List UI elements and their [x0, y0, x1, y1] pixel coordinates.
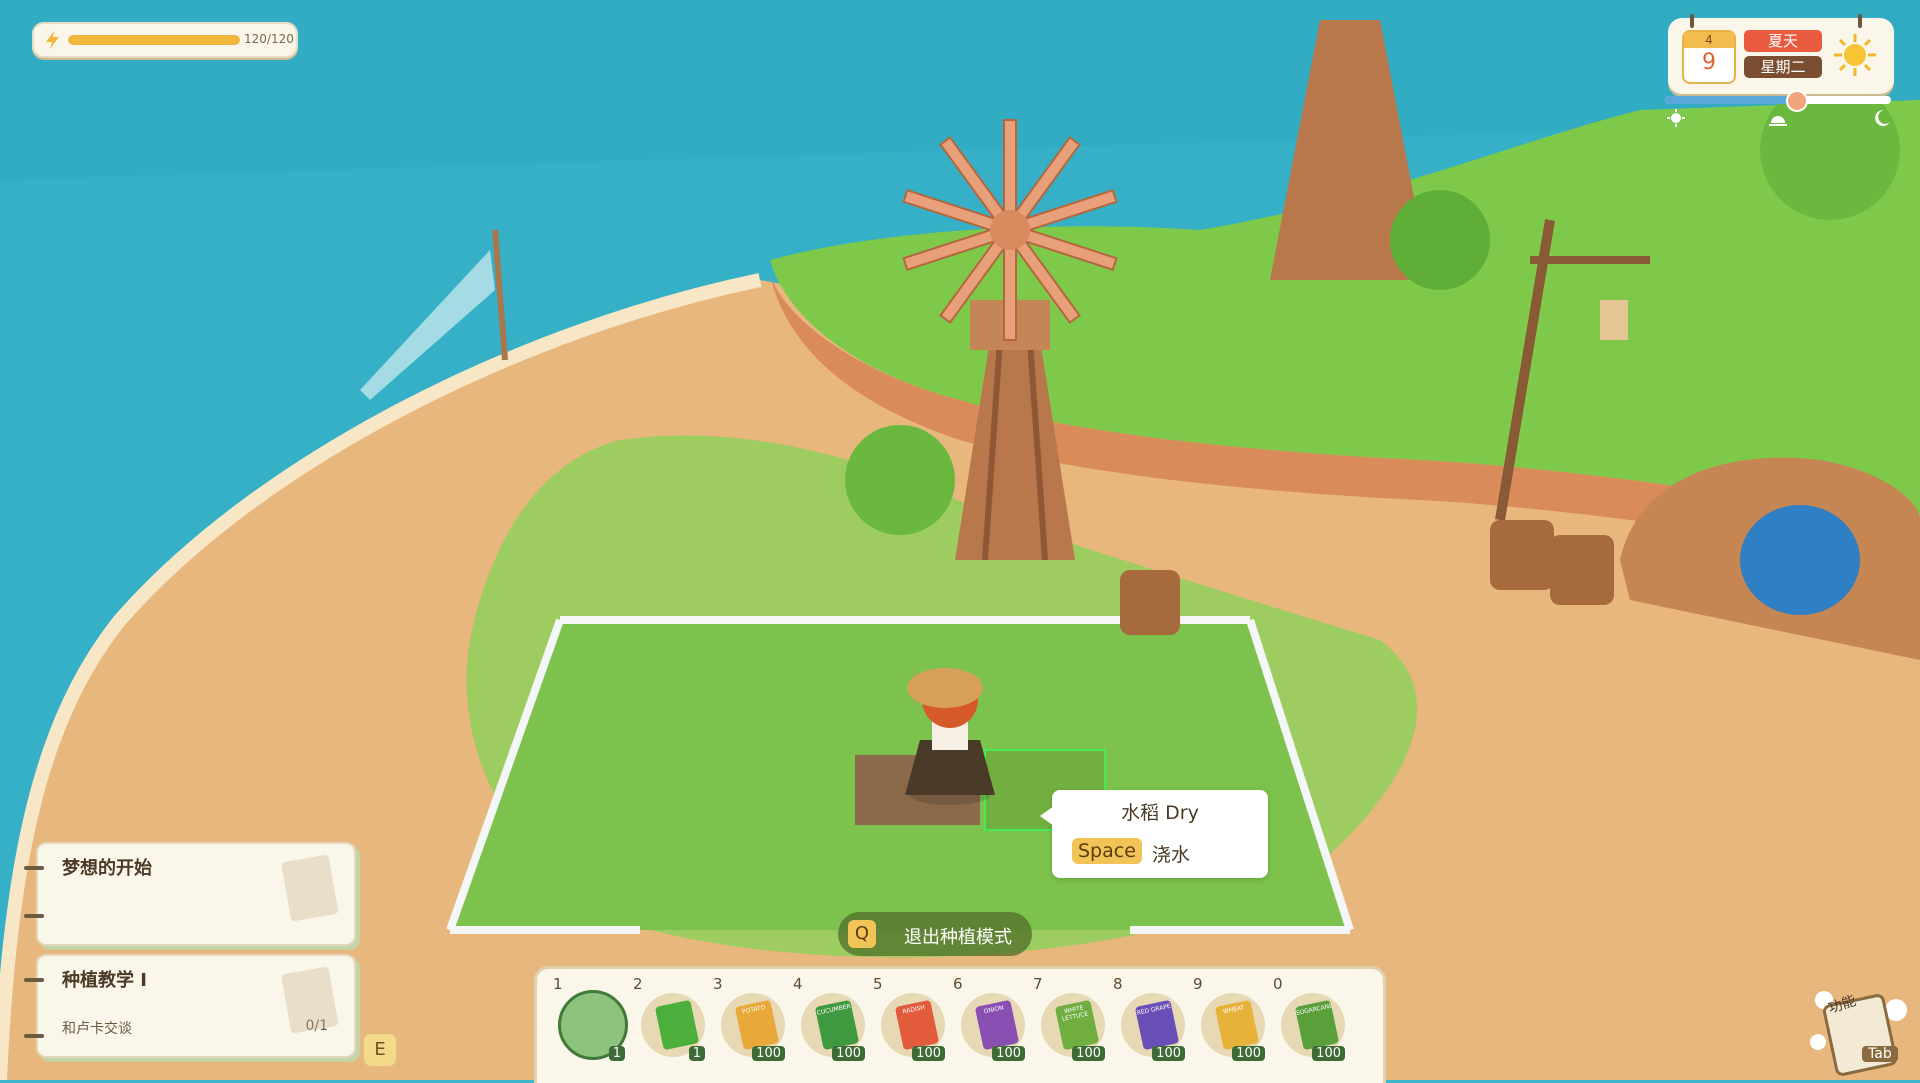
day-number: 9 [1702, 50, 1716, 75]
hotbar-slot-1[interactable]: 11 [553, 975, 629, 1065]
quest-title: 梦想的开始 [62, 858, 152, 879]
sunrise-icon [1667, 109, 1685, 127]
energy-track [68, 35, 240, 45]
water-action-label: 浇水 [1152, 844, 1191, 866]
watering-can-graphic [654, 999, 700, 1051]
binder-ring [1858, 14, 1862, 28]
energy-fill [68, 35, 240, 45]
seed-pack-label: WHEAT [1222, 1004, 1246, 1016]
cucumber-seeds-graphic: CUCUMBER [814, 999, 860, 1051]
quest-marker [24, 866, 44, 870]
exit-planting-button[interactable]: Q 退出种植模式 [838, 912, 1032, 956]
item-quantity: 1 [688, 1046, 705, 1061]
onion-seeds-graphic: ONION [974, 999, 1020, 1051]
hotbar-slot-0[interactable]: SUGARCANE 0 100 [1273, 975, 1349, 1065]
slot-number: 0 [1273, 975, 1283, 993]
quest-marker [24, 978, 44, 982]
wheat-seeds-graphic: WHEAT [1214, 999, 1260, 1051]
item-quantity: 100 [1072, 1046, 1105, 1061]
function-menu-button[interactable]: 功能 Tab [1800, 980, 1912, 1080]
month-number: 4 [1684, 32, 1734, 48]
weekday-label: 星期二 [1744, 56, 1822, 78]
hotbar-slot-4[interactable]: CUCUMBER 4 100 [793, 975, 869, 1065]
hotbar-slot-8[interactable]: RED GRAPE 8 100 [1113, 975, 1189, 1065]
quest-card-tutorial[interactable]: 种植教学 I 和卢卡交谈 0/1 [24, 954, 356, 1058]
white-lettuce-seeds-graphic: WHITE LETTUCE [1054, 999, 1100, 1051]
quest-title: 种植教学 I [62, 970, 147, 991]
time-of-day-bar [1665, 90, 1891, 112]
item-quantity: 1 [608, 1046, 625, 1061]
seed-pack-label: CUCUMBER [816, 1002, 852, 1017]
time-indicator [1786, 90, 1809, 112]
binder-ring [1690, 14, 1694, 28]
season-label: 夏天 [1744, 30, 1822, 52]
tab-key-badge: Tab [1862, 1046, 1898, 1062]
hotbar-slot-2[interactable]: 21 [633, 975, 709, 1065]
moon-icon [1875, 109, 1890, 126]
hotbar-slot-7[interactable]: WHITE LETTUCE 7 100 [1033, 975, 1109, 1065]
item-quantity: 100 [992, 1046, 1025, 1061]
quest-marker [24, 1034, 44, 1038]
slot-number: 7 [1033, 975, 1043, 993]
energy-bar: 120/120 [32, 22, 298, 58]
seed-pack-label: RED GRAPE [1136, 1002, 1172, 1017]
date-box: 4 9 [1682, 30, 1736, 84]
quest-hotkey-badge[interactable]: E [364, 1034, 396, 1066]
quest-card-main[interactable]: 梦想的开始 [24, 842, 356, 946]
item-quantity: 100 [1312, 1046, 1345, 1061]
potato-seeds-graphic: POTATO [734, 999, 780, 1051]
flower-book-icon [1810, 991, 1907, 1076]
q-key-badge: Q [848, 920, 876, 948]
hotbar-slot-3[interactable]: POTATO 3 100 [713, 975, 789, 1065]
quest-scroll-icon [281, 854, 339, 922]
item-quantity: 100 [752, 1046, 785, 1061]
seed-pack-label: POTATO [741, 1003, 767, 1016]
seed-pack-label: WHITE LETTUCE [1061, 1004, 1090, 1023]
slot-number: 6 [953, 975, 963, 993]
slot-number: 1 [553, 975, 563, 993]
sun-icon [1834, 34, 1876, 76]
quest-marker [24, 914, 44, 918]
seed-pack-label: RADISH [901, 1004, 926, 1016]
hotbar-slot-9[interactable]: WHEAT 9 100 [1193, 975, 1269, 1065]
slot-number: 3 [713, 975, 723, 993]
item-quantity: 100 [1152, 1046, 1185, 1061]
noon-icon [1769, 116, 1787, 126]
crop-name: 水稻 Dry [1121, 802, 1199, 824]
item-quantity: 100 [1232, 1046, 1265, 1061]
slot-number: 9 [1193, 975, 1203, 993]
time-fill [1665, 96, 1797, 104]
exit-planting-label: 退出种植模式 [904, 927, 1012, 948]
slot-number: 4 [793, 975, 803, 993]
space-key-badge: Space [1072, 838, 1142, 864]
energy-value: 120/120 [244, 32, 294, 46]
slot-number: 5 [873, 975, 883, 993]
slot-number: 2 [633, 975, 643, 993]
hoe-graphic [574, 999, 620, 1051]
hotbar: 1 1 2 1 POTATO 3 100 CUCUMBER 4 100 RADISH 5 100 ONIO… [534, 966, 1386, 1083]
red-grape-seeds-graphic: RED GRAPE [1134, 999, 1180, 1051]
lightning-icon [46, 31, 59, 49]
hotbar-slot-5[interactable]: RADISH 5 100 [873, 975, 949, 1065]
crop-tooltip: 水稻 Dry Space 浇水 [1040, 790, 1268, 878]
slot-number: 8 [1113, 975, 1123, 993]
sugarcane-seeds-graphic: SUGARCANE [1294, 999, 1340, 1051]
hotbar-slot-6[interactable]: ONION 6 100 [953, 975, 1029, 1065]
quest-objective: 和卢卡交谈 [62, 1021, 132, 1037]
calendar-widget: 4 9 夏天 星期二 [1668, 14, 1894, 94]
item-quantity: 100 [832, 1046, 865, 1061]
quest-scroll-icon [281, 966, 339, 1034]
item-quantity: 100 [912, 1046, 945, 1061]
seed-pack-label: SUGARCANE [1295, 1002, 1334, 1018]
seed-pack-label: ONION [983, 1004, 1005, 1016]
radish-seeds-graphic: RADISH [894, 999, 940, 1051]
